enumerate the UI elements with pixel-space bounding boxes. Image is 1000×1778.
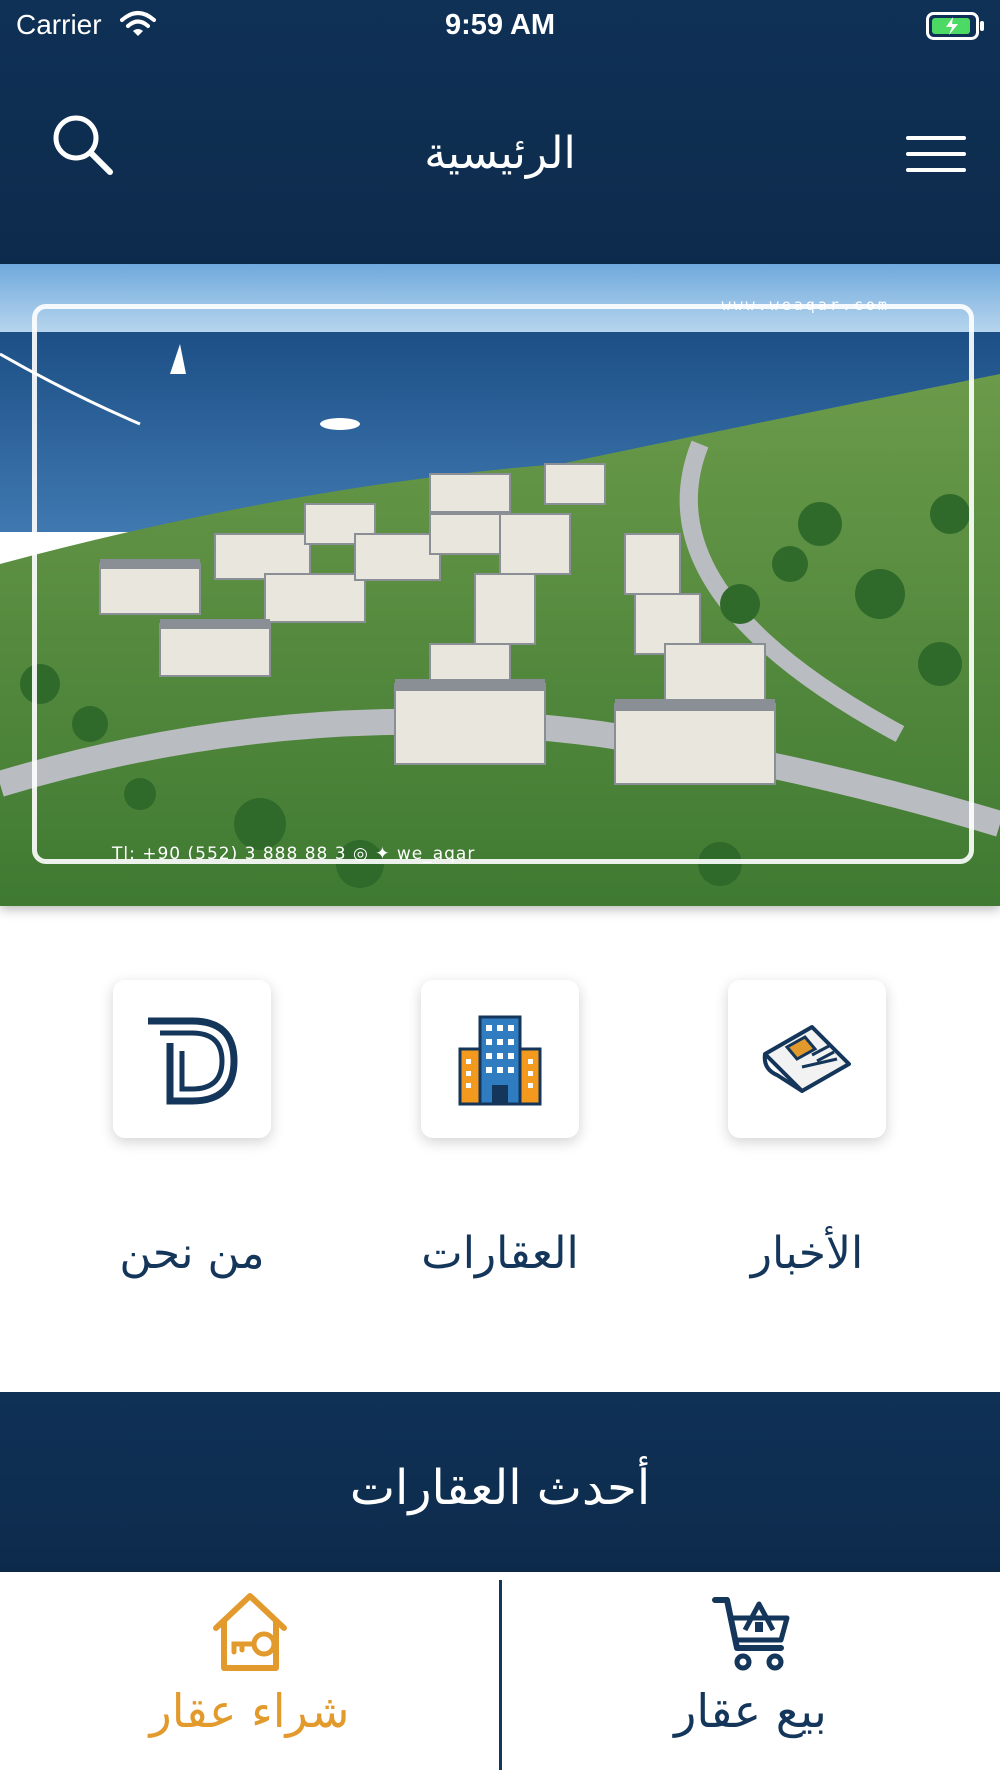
category-label: العقارات [421,1228,579,1279]
bottom-tab-bar: شراء عقار بيع عقار [0,1572,1000,1778]
category-card[interactable] [113,980,271,1138]
banner-url: www.weaqar.com [721,296,890,314]
newspaper-icon [762,1025,851,1093]
category-card[interactable] [421,980,579,1138]
clock: 9:59 AM [444,9,556,41]
sell-property-label: بيع عقار [674,1684,827,1738]
category-card[interactable] [728,980,886,1138]
company-logo-icon [148,1017,238,1105]
latest-properties-section: أحدث العقارات [0,1392,1000,1572]
section-title: أحدث العقارات [349,1460,651,1516]
page-title: الرئيسية [424,128,576,179]
category-label: الأخبار [750,1228,864,1279]
battery-icon [926,12,986,44]
cart-icon [712,1597,790,1671]
hero-banner[interactable]: www.weaqar.com Tl: +90 (552) 3 888 88 3 … [0,264,1000,906]
category-label: من نحن [119,1228,265,1279]
building-icon [458,1015,542,1106]
buy-property-tab[interactable]: شراء عقار [0,1572,499,1778]
app-header: Carrier 9:59 AM الرئيسية [0,0,1000,264]
banner-contact: Tl: +90 (552) 3 888 88 3 ◎ ✦ we_aqar [112,844,476,864]
banner-frame [32,304,974,864]
menu-button[interactable] [906,136,966,178]
house-key-icon [213,1593,287,1671]
hamburger-menu-icon [906,136,966,140]
status-bar: Carrier 9:59 AM [0,0,1000,52]
sell-property-tab[interactable]: بيع عقار [501,1572,1000,1778]
buy-property-label: شراء عقار [149,1684,350,1738]
